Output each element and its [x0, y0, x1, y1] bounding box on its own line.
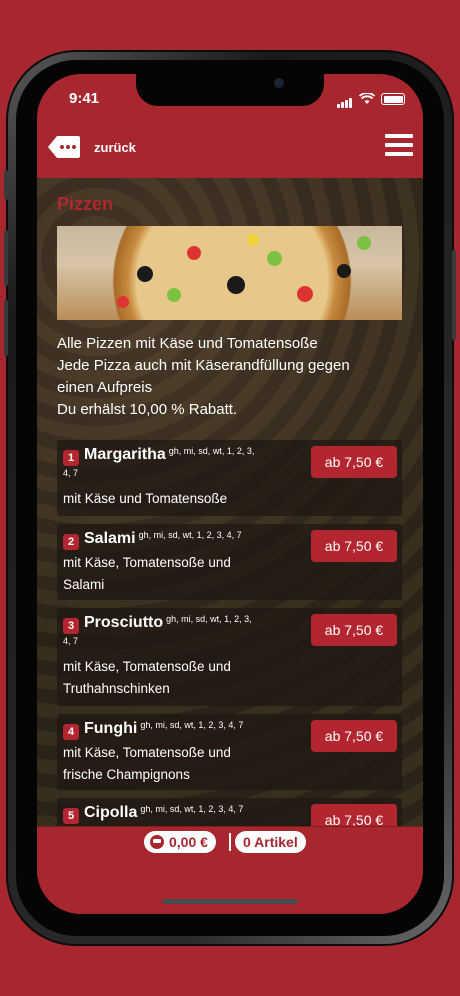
item-name: Prosciutto gh, mi, sd, wt, 1, 2, 3,: [84, 614, 252, 631]
volume-down-button: [4, 300, 8, 356]
mute-switch: [4, 170, 8, 200]
category-title: Pizzen: [57, 194, 114, 214]
menu-item-salami[interactable]: 2 Salami gh, mi, sd, wt, 1, 2, 3, 4, 7 mi…: [57, 524, 402, 600]
cart-icon: [150, 835, 164, 849]
description-line: Du erhälst 10,00 % Rabatt.: [57, 401, 238, 418]
volume-up-button: [4, 230, 8, 286]
category-panel: Pizzen Alle Pizzen mit Käse und Tomatens…: [57, 178, 402, 826]
item-number: 2: [63, 534, 79, 550]
price-button[interactable]: ab 7,50 €: [311, 804, 397, 826]
cart-footer: 0,00 € 0 Artikel: [37, 826, 423, 914]
camera-icon: [274, 78, 284, 88]
menu-content[interactable]: Pizzen Alle Pizzen mit Käse und Tomatens…: [37, 178, 423, 826]
item-number: 1: [63, 450, 79, 466]
category-image: [57, 226, 402, 320]
item-number: 4: [63, 724, 79, 740]
item-name: Cipolla gh, mi, sd, wt, 1, 2, 3, 4, 7: [84, 804, 244, 821]
price-button[interactable]: ab 7,50 €: [311, 446, 397, 478]
back-label[interactable]: zurück: [94, 140, 136, 155]
app-screen: 9:41 zurück Pizzen Alle Pizzen mit Käse …: [37, 74, 423, 914]
footer-separator: [229, 833, 231, 851]
menu-item-cipolla[interactable]: 5 Cipolla gh, mi, sd, wt, 1, 2, 3, 4, 7 a…: [57, 798, 402, 826]
item-description: mit Käse, Tomatensoße und Truthahnschink…: [63, 659, 231, 696]
back-button[interactable]: [47, 135, 81, 159]
category-description: Alle Pizzen mit Käse und Tomatensoße Jed…: [57, 333, 402, 421]
battery-icon: [381, 93, 405, 105]
item-name: Funghi gh, mi, sd, wt, 1, 2, 3, 4, 7: [84, 720, 244, 737]
item-allergens-cont: 4, 7: [63, 468, 79, 478]
item-number: 3: [63, 618, 79, 634]
description-line: einen Aufpreis: [57, 379, 153, 396]
description-line: Alle Pizzen mit Käse und Tomatensoße: [57, 335, 318, 352]
item-allergens: gh, mi, sd, wt, 1, 2, 3,: [166, 614, 252, 624]
item-description: mit Käse, Tomatensoße und frische Champi…: [63, 745, 231, 782]
item-description: mit Käse und Tomatensoße: [63, 491, 228, 506]
wifi-icon: [359, 93, 375, 104]
item-name: Salami gh, mi, sd, wt, 1, 2, 3, 4, 7: [84, 530, 242, 547]
menu-item-margaritha[interactable]: 1 Margaritha gh, mi, sd, wt, 1, 2, 3, 4, …: [57, 440, 402, 516]
menu-item-prosciutto[interactable]: 3 Prosciutto gh, mi, sd, wt, 1, 2, 3, 4, …: [57, 608, 402, 706]
item-allergens: gh, mi, sd, wt, 1, 2, 3, 4, 7: [140, 804, 244, 814]
power-button: [452, 250, 456, 340]
cart-total: 0,00 €: [169, 834, 208, 850]
app-header: zurück: [37, 126, 423, 172]
item-description: mit Käse, Tomatensoße und Salami: [63, 555, 231, 592]
article-count-button[interactable]: 0 Artikel: [235, 831, 306, 853]
notch: [136, 74, 324, 106]
menu-item-funghi[interactable]: 4 Funghi gh, mi, sd, wt, 1, 2, 3, 4, 7 mi…: [57, 714, 402, 790]
item-allergens-cont: 4, 7: [63, 636, 79, 646]
item-number: 5: [63, 808, 79, 824]
price-button[interactable]: ab 7,50 €: [311, 614, 397, 646]
item-allergens: gh, mi, sd, wt, 1, 2, 3, 4, 7: [140, 720, 244, 730]
cart-total-button[interactable]: 0,00 €: [144, 831, 216, 853]
item-allergens: gh, mi, sd, wt, 1, 2, 3,: [168, 446, 255, 456]
item-name: Margaritha gh, mi, sd, wt, 1, 2, 3,: [84, 446, 255, 463]
price-button[interactable]: ab 7,50 €: [311, 720, 397, 752]
pizza-illustration: [87, 226, 377, 320]
description-line: Jede Pizza auch mit Käserandfüllung gege…: [57, 357, 350, 374]
status-icons: [337, 90, 405, 108]
status-time: 9:41: [69, 90, 100, 107]
home-indicator: [162, 899, 298, 904]
signal-icon: [337, 90, 353, 108]
price-button[interactable]: ab 7,50 €: [311, 530, 397, 562]
item-allergens: gh, mi, sd, wt, 1, 2, 3, 4, 7: [138, 530, 242, 540]
hamburger-menu-icon[interactable]: [385, 134, 413, 160]
